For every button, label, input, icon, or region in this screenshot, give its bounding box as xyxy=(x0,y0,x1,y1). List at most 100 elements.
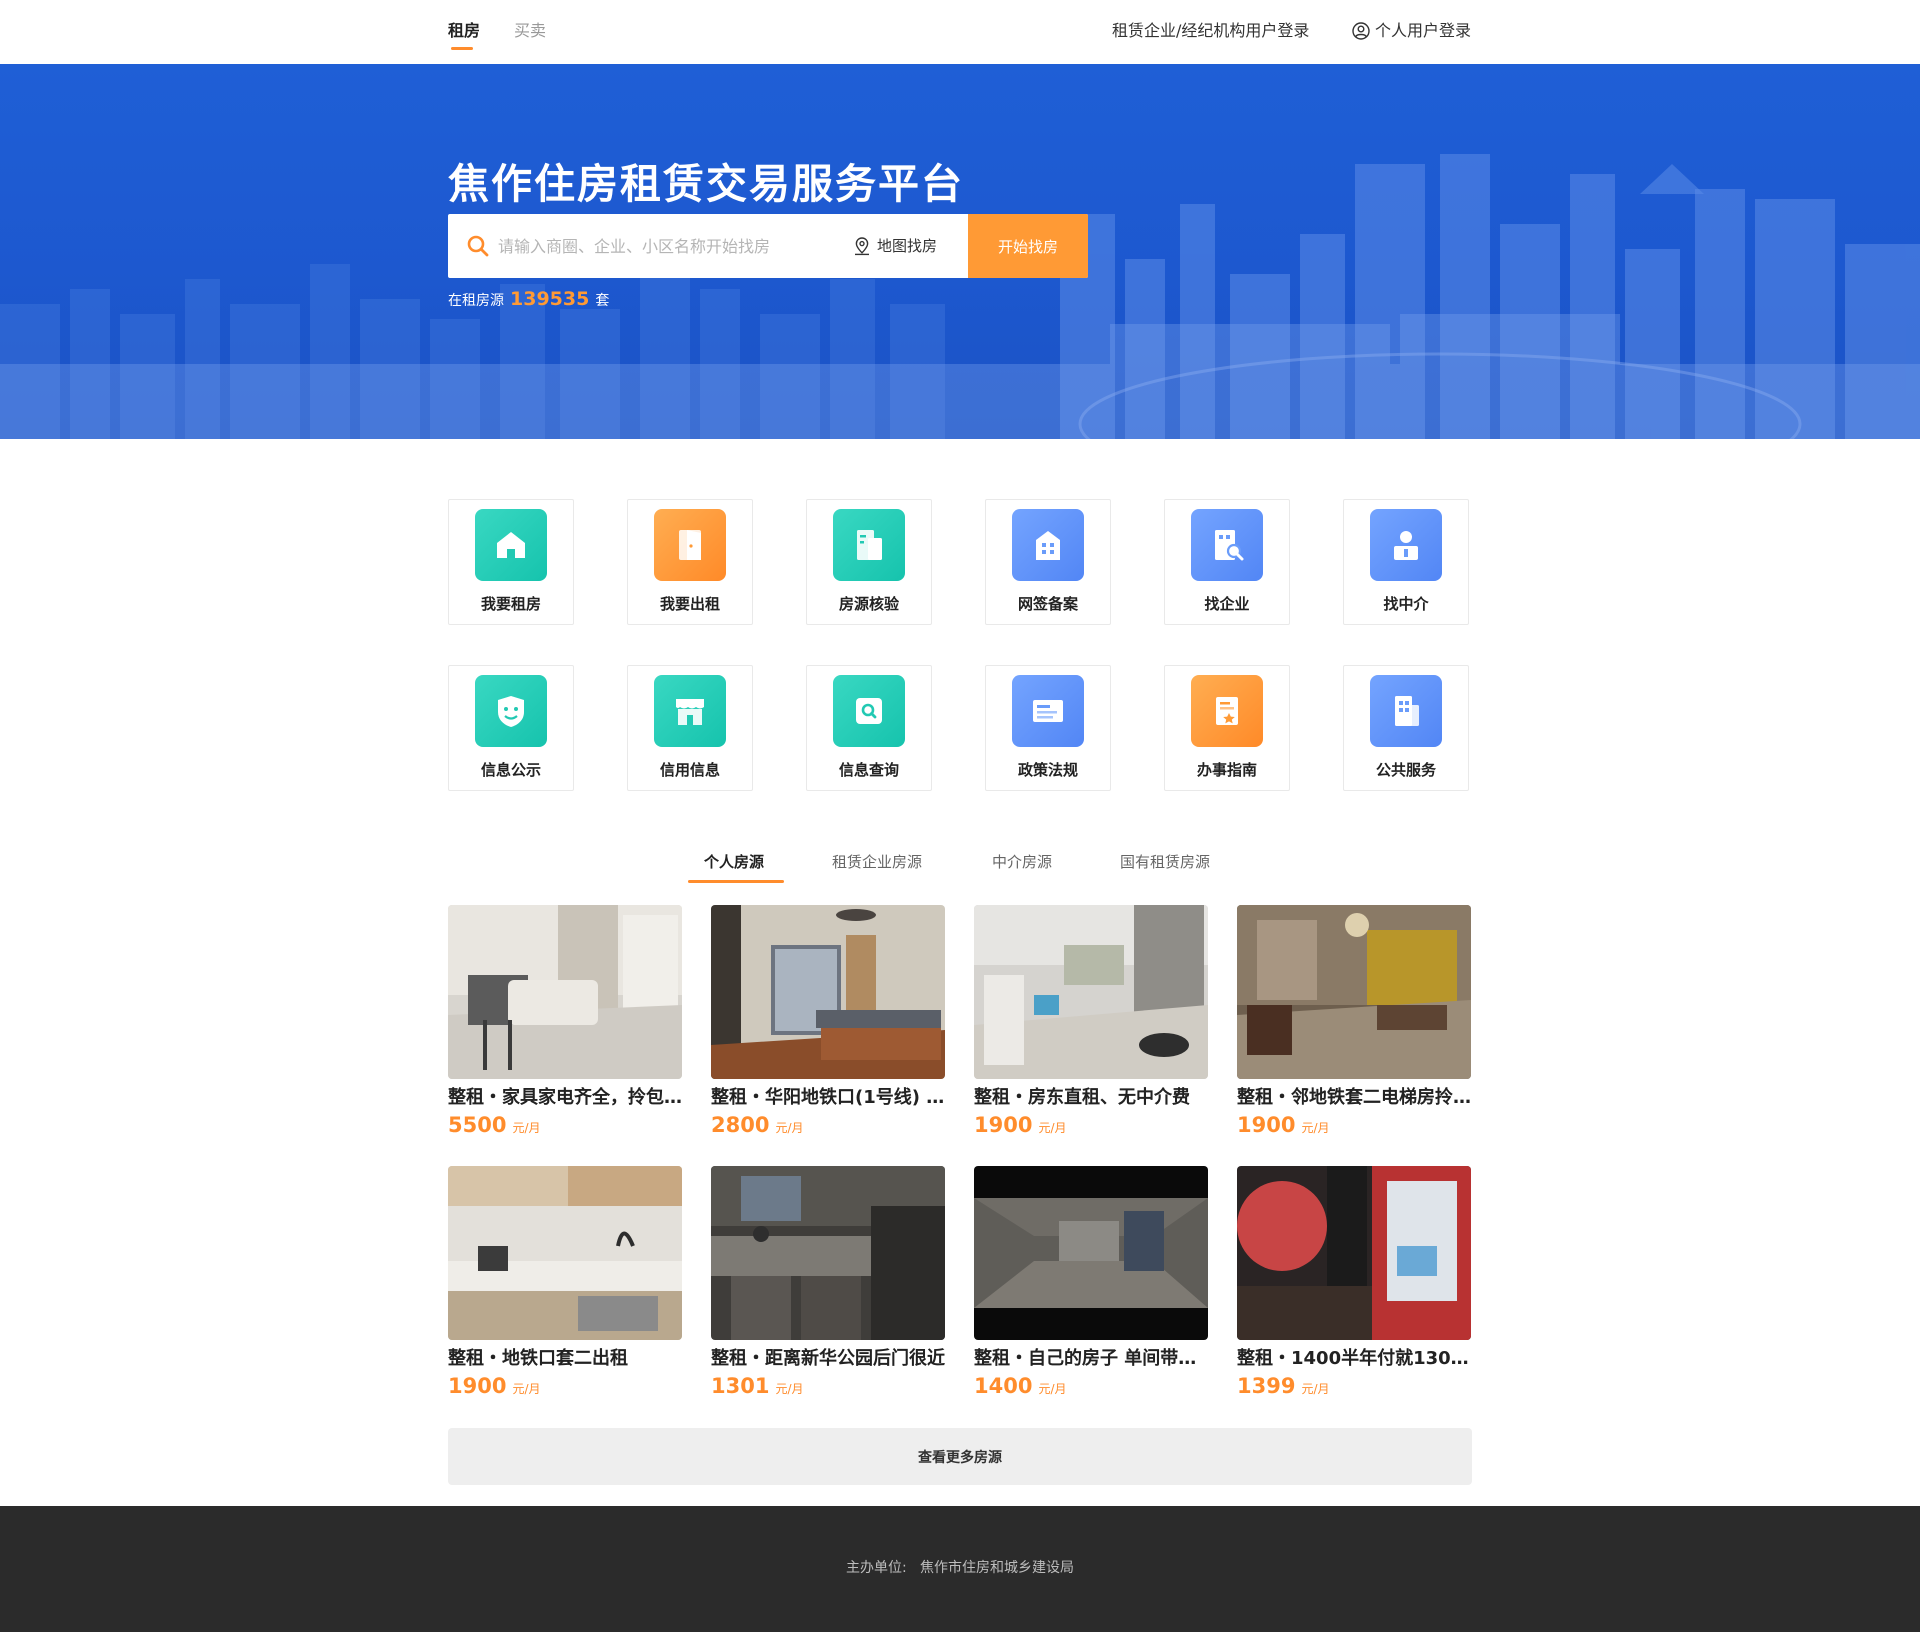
tab-rent[interactable]: 租房 xyxy=(448,20,480,42)
footer-sponsor: 主办单位: 焦作市住房和城乡建设局 xyxy=(0,1558,1920,1578)
top-navigation: 租房 买卖 租赁企业/经纪机构用户登录 个人用户登录 xyxy=(0,0,1920,64)
agent-icon xyxy=(1370,509,1442,581)
listing-card[interactable]: 整租・地铁口套二出租 1900 元/月 xyxy=(448,1166,682,1406)
hero-banner: 焦作住房租赁交易服务平台 地图找房 开始找房 在租房源 139535 套 xyxy=(0,64,1920,439)
listing-photo[interactable] xyxy=(974,1166,1208,1340)
service-find-agent[interactable]: 找中介 xyxy=(1343,499,1469,625)
listing-photo[interactable] xyxy=(448,905,682,1079)
price-unit: 元/月 xyxy=(775,1121,804,1135)
listing-title[interactable]: 整租・房东直租、无中介费 xyxy=(974,1085,1208,1111)
map-pin-icon xyxy=(855,237,869,256)
listing-card[interactable]: 整租・自己的房子 单间带独卫 1400 元/月 xyxy=(974,1166,1208,1406)
price-unit: 元/月 xyxy=(1301,1382,1330,1396)
shop-icon xyxy=(654,675,726,747)
price-value: 2800 xyxy=(711,1113,770,1137)
footer-sponsor-org: 焦作市住房和城乡建设局 xyxy=(920,1560,1075,1576)
search-bar: 地图找房 开始找房 xyxy=(448,214,1088,278)
rental-count: 在租房源 139535 套 xyxy=(448,288,609,312)
service-label: 公共服务 xyxy=(1375,761,1436,779)
listing-price: 1900 元/月 xyxy=(448,1373,541,1402)
service-rent-house[interactable]: 我要租房 xyxy=(448,499,574,625)
tab-personal-listings[interactable]: 个人房源 xyxy=(704,851,764,873)
listing-title[interactable]: 整租・地铁口套二出租 xyxy=(448,1346,682,1372)
service-info-query[interactable]: 信息查询 xyxy=(806,665,932,791)
price-value: 5500 xyxy=(448,1113,507,1137)
listing-price: 1399 元/月 xyxy=(1237,1373,1330,1402)
tab-agency-listings[interactable]: 中介房源 xyxy=(992,851,1052,873)
service-label: 信用信息 xyxy=(659,761,720,779)
rental-count-value: 139535 xyxy=(510,288,590,310)
price-value: 1400 xyxy=(974,1374,1033,1398)
listing-title[interactable]: 整租・华阳地铁口(1号线) 精装修 xyxy=(711,1085,945,1111)
listing-photo[interactable] xyxy=(1237,1166,1471,1340)
active-tab-indicator xyxy=(451,47,473,50)
listing-card[interactable]: 整租・距离新华公园后门很近 1301 元/月 xyxy=(711,1166,945,1406)
map-search-label: 地图找房 xyxy=(877,237,938,255)
listing-photo[interactable] xyxy=(711,1166,945,1340)
listing-title[interactable]: 整租・1400半年付就1300元 xyxy=(1237,1346,1471,1372)
service-let-house[interactable]: 我要出租 xyxy=(627,499,753,625)
active-tab-indicator xyxy=(688,880,784,883)
price-unit: 元/月 xyxy=(512,1382,541,1396)
service-label: 网签备案 xyxy=(1017,595,1078,613)
listing-photo[interactable] xyxy=(448,1166,682,1340)
listing-title[interactable]: 整租・邻地铁套二电梯房拎包入住 xyxy=(1237,1085,1471,1111)
service-label: 找企业 xyxy=(1204,595,1250,613)
listing-card[interactable]: 整租・1400半年付就1300元 1399 元/月 xyxy=(1237,1166,1471,1406)
service-find-company[interactable]: 找企业 xyxy=(1164,499,1290,625)
view-more-listings-button[interactable]: 查看更多房源 xyxy=(448,1428,1472,1485)
listing-title[interactable]: 整租・家具家电齐全，拎包入住 xyxy=(448,1085,682,1111)
listing-price: 1301 元/月 xyxy=(711,1373,804,1402)
service-label: 信息查询 xyxy=(838,761,899,779)
start-search-button[interactable]: 开始找房 xyxy=(968,214,1088,278)
listing-price: 2800 元/月 xyxy=(711,1112,804,1141)
service-contract-filing[interactable]: 网签备案 xyxy=(985,499,1111,625)
guide-icon xyxy=(1191,675,1263,747)
price-value: 1900 xyxy=(448,1374,507,1398)
service-label: 办事指南 xyxy=(1196,761,1257,779)
personal-login-link[interactable]: 个人用户登录 xyxy=(1352,20,1471,42)
listing-card[interactable]: 整租・家具家电齐全，拎包入住 5500 元/月 xyxy=(448,905,682,1145)
tab-company-listings[interactable]: 租赁企业房源 xyxy=(832,851,922,873)
building-icon xyxy=(1012,509,1084,581)
search-box-icon xyxy=(833,675,905,747)
listing-title[interactable]: 整租・距离新华公园后门很近 xyxy=(711,1346,945,1372)
listing-card[interactable]: 整租・华阳地铁口(1号线) 精装修 2800 元/月 xyxy=(711,905,945,1145)
price-unit: 元/月 xyxy=(1038,1382,1067,1396)
footer-sponsor-label: 主办单位: xyxy=(845,1560,907,1576)
price-unit: 元/月 xyxy=(775,1382,804,1396)
document-icon xyxy=(1012,675,1084,747)
service-public[interactable]: 公共服务 xyxy=(1343,665,1469,791)
service-label: 找中介 xyxy=(1383,595,1429,613)
service-label: 房源核验 xyxy=(838,595,899,613)
office-icon xyxy=(1370,675,1442,747)
listing-photo[interactable] xyxy=(1237,905,1471,1079)
listing-card[interactable]: 整租・邻地铁套二电梯房拎包入住 1900 元/月 xyxy=(1237,905,1471,1145)
price-value: 1301 xyxy=(711,1374,770,1398)
page-title: 焦作住房租赁交易服务平台 xyxy=(448,160,964,208)
service-verify-listing[interactable]: 房源核验 xyxy=(806,499,932,625)
service-info-publicity[interactable]: 信息公示 xyxy=(448,665,574,791)
listing-card[interactable]: 整租・房东直租、无中介费 1900 元/月 xyxy=(974,905,1208,1145)
service-policy[interactable]: 政策法规 xyxy=(985,665,1111,791)
building-check-icon xyxy=(833,509,905,581)
company-search-icon xyxy=(1191,509,1263,581)
price-value: 1900 xyxy=(1237,1113,1296,1137)
map-search-link[interactable]: 地图找房 xyxy=(852,235,937,257)
listing-photo[interactable] xyxy=(711,905,945,1079)
price-value: 1399 xyxy=(1237,1374,1296,1398)
footer: 主办单位: 焦作市住房和城乡建设局 xyxy=(0,1506,1920,1632)
tab-buy[interactable]: 买卖 xyxy=(514,20,546,42)
listing-photo[interactable] xyxy=(974,905,1208,1079)
tab-state-listings[interactable]: 国有租赁房源 xyxy=(1120,851,1210,873)
listing-title[interactable]: 整租・自己的房子 单间带独卫 xyxy=(974,1346,1208,1372)
service-guide[interactable]: 办事指南 xyxy=(1164,665,1290,791)
service-label: 我要租房 xyxy=(480,595,541,613)
search-input[interactable] xyxy=(498,228,828,264)
service-label: 政策法规 xyxy=(1017,761,1078,779)
service-credit-info[interactable]: 信用信息 xyxy=(627,665,753,791)
business-login-link[interactable]: 租赁企业/经纪机构用户登录 xyxy=(1112,20,1309,42)
price-unit: 元/月 xyxy=(512,1121,541,1135)
listing-price: 1900 元/月 xyxy=(974,1112,1067,1141)
listing-price: 1900 元/月 xyxy=(1237,1112,1330,1141)
